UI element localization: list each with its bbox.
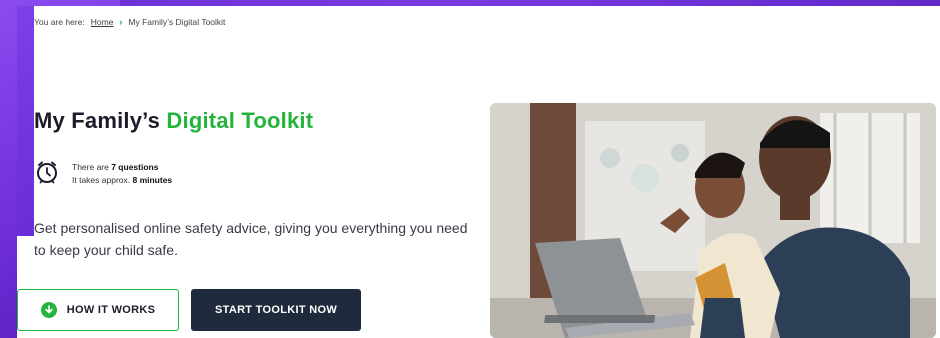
breadcrumb: You are here: Home › My Family’s Digital… (34, 17, 225, 27)
download-arrow-icon (40, 302, 57, 318)
questions-line: There are 7 questions (72, 161, 172, 174)
breadcrumb-current: My Family’s Digital Toolkit (128, 17, 226, 27)
time-line: It takes approx. 8 minutes (72, 174, 172, 187)
how-it-works-label: HOW IT WORKS (66, 304, 156, 316)
toolkit-meta: There are 7 questions It takes approx. 8… (34, 159, 172, 187)
breadcrumb-home-link[interactable]: Home (91, 17, 114, 27)
alarm-clock-icon (37, 161, 57, 184)
hero-photo (490, 103, 936, 338)
how-it-works-button[interactable]: HOW IT WORKS (17, 289, 179, 331)
hero-description: Get personalised online safety advice, g… (34, 220, 468, 258)
time-prefix: It takes approx. (72, 175, 133, 185)
chevron-right-icon: › (119, 17, 123, 27)
page-title: My Family’s Digital Toolkit (34, 108, 313, 134)
father-child-laptop-image (490, 103, 936, 338)
page-title-accent: Digital Toolkit (166, 108, 314, 133)
questions-count: 7 questions (111, 162, 159, 172)
start-toolkit-label: START TOOLKIT NOW (214, 304, 337, 316)
time-estimate: 8 minutes (132, 175, 173, 185)
start-toolkit-button[interactable]: START TOOLKIT NOW (191, 289, 361, 331)
meta-text: There are 7 questions It takes approx. 8… (72, 161, 172, 187)
questions-prefix: There are (72, 162, 112, 172)
breadcrumb-prefix: You are here: (34, 17, 85, 27)
card-edge-decoration (17, 6, 34, 236)
page-title-main: My Family’s (34, 108, 167, 133)
